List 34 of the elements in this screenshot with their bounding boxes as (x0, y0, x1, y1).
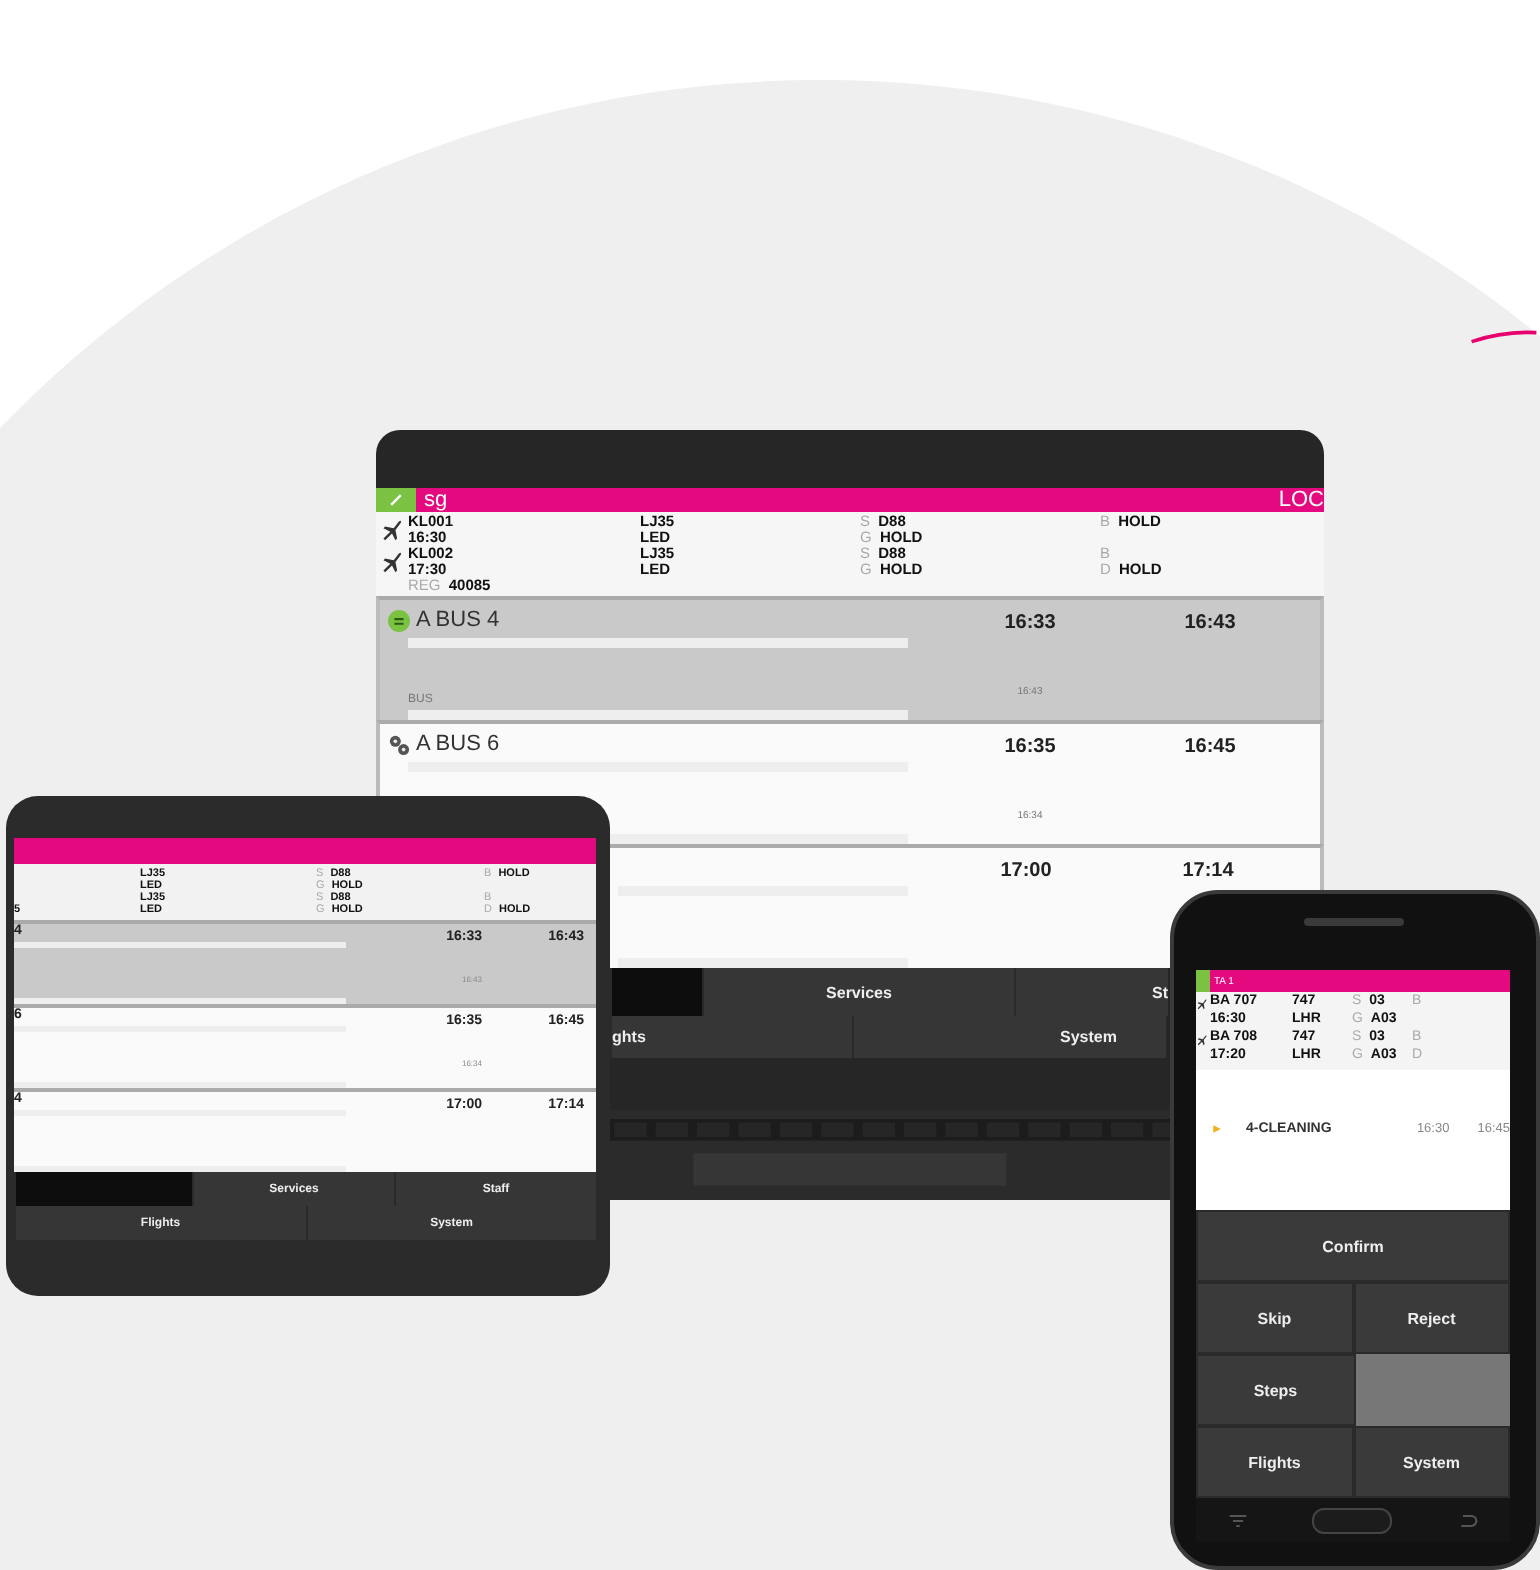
gears-icon (388, 733, 410, 755)
speaker-icon (1303, 918, 1403, 926)
nav-tab[interactable]: Services (702, 968, 1014, 1016)
arrow-icon (1212, 1123, 1222, 1133)
end-time: 16:45 (1184, 736, 1236, 758)
home-button[interactable] (1312, 1507, 1393, 1533)
header-label: LOC (1278, 488, 1324, 512)
airplane-icon (1196, 1034, 1208, 1046)
logo-icon (1196, 970, 1210, 992)
nav-tab[interactable] (610, 968, 702, 1016)
nav-tab[interactable] (14, 1172, 192, 1206)
end-time: 16:43 (1184, 612, 1236, 634)
end-time: 17:14 (1182, 860, 1234, 882)
nav-tab[interactable]: St (1014, 968, 1168, 1016)
action-button[interactable]: Reject (1353, 1282, 1510, 1354)
action-button[interactable]: Confirm (1196, 1210, 1510, 1282)
nav-tab[interactable]: System (852, 1016, 1166, 1058)
nav-tab[interactable]: ghts (610, 1016, 852, 1058)
action-button[interactable]: Flights (1196, 1426, 1353, 1498)
menu-icon[interactable] (1228, 1511, 1249, 1529)
start-time: 17:00 (1000, 860, 1052, 882)
status-icon (388, 609, 410, 631)
header-title: sg (424, 488, 448, 512)
task-name: A BUS 6 (416, 732, 500, 756)
action-button[interactable]: System (1353, 1426, 1510, 1498)
airplane-icon (1196, 998, 1208, 1010)
action-button[interactable]: Skip (1196, 1282, 1353, 1354)
airplane-icon (380, 518, 404, 542)
back-icon[interactable] (1457, 1511, 1478, 1529)
start-time: 16:35 (1004, 736, 1056, 758)
task-name: A BUS 4 (416, 608, 500, 632)
airplane-icon (380, 550, 404, 574)
action-button[interactable]: Steps (1196, 1354, 1355, 1426)
start-time: 16:33 (1004, 612, 1056, 634)
